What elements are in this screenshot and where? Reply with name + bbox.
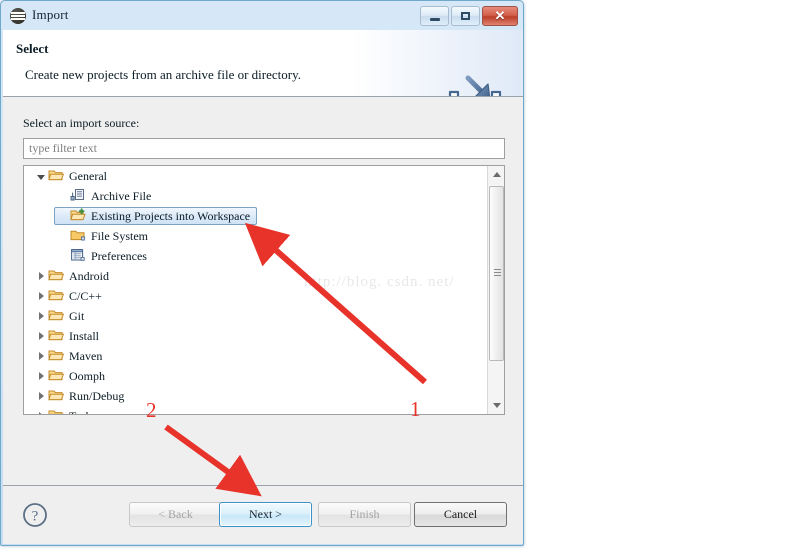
cancel-button[interactable]: Cancel — [414, 502, 507, 527]
scroll-down-arrow-icon[interactable] — [488, 397, 504, 414]
tree-row-content: Android — [32, 267, 116, 285]
tree-row-label: Maven — [69, 348, 103, 363]
scrollbar-grip-icon — [494, 268, 501, 279]
tree-row-content: Oomph — [32, 367, 112, 385]
screenshot-root: Import ✕ Select Create new projects from… — [0, 0, 786, 550]
tree-row-label: Oomph — [69, 368, 105, 383]
tree-row[interactable]: General — [24, 166, 487, 186]
help-button[interactable]: ? — [21, 501, 49, 529]
chevron-right-icon[interactable] — [34, 392, 48, 400]
page-description: Create new projects from an archive file… — [25, 67, 302, 82]
open-folder-icon — [48, 348, 66, 364]
open-folder-icon — [48, 328, 66, 344]
watermark-text: http://blog. csdn. net/ — [304, 274, 455, 290]
archive-file-icon — [70, 188, 88, 204]
tree-row-content: Git — [32, 307, 91, 325]
chevron-down-icon[interactable] — [34, 173, 48, 180]
chevron-right-icon[interactable] — [34, 352, 48, 360]
tree-row[interactable]: Archive File — [24, 186, 487, 206]
svg-text:?: ? — [32, 509, 39, 525]
chevron-right-icon[interactable] — [34, 372, 48, 380]
open-folder-icon — [48, 168, 66, 184]
existing-projects-icon — [70, 208, 88, 224]
scroll-up-arrow-icon[interactable] — [488, 166, 504, 183]
tree-row-label: General — [69, 168, 107, 183]
maximize-button[interactable] — [451, 6, 480, 26]
window-titlebar: Import ✕ — [1, 1, 523, 31]
tree-row[interactable]: Git — [24, 306, 487, 326]
tree-vertical-scrollbar[interactable] — [487, 166, 504, 414]
minimize-icon — [421, 7, 448, 25]
preferences-icon — [70, 248, 88, 264]
import-arrow-into-tray-icon — [444, 74, 506, 96]
next-button[interactable]: Next > — [219, 502, 312, 527]
tree-row[interactable]: Existing Projects into Workspace — [24, 206, 487, 226]
tree-row[interactable]: Run/Debug — [24, 386, 487, 406]
open-folder-icon — [48, 368, 66, 384]
chevron-right-icon[interactable] — [34, 272, 48, 280]
tree-row-label: Android — [69, 268, 109, 283]
page-title: Select — [16, 41, 49, 56]
tree-row-label: Run/Debug — [69, 388, 125, 403]
tree-row-label: File System — [91, 228, 149, 243]
tree-row-content: Tasks — [32, 407, 103, 414]
tree-row-content: Maven — [32, 347, 109, 365]
tree-row-content: General — [32, 167, 114, 185]
open-folder-icon — [48, 308, 66, 324]
tree-row-label: Install — [69, 328, 99, 343]
tree-row[interactable]: Preferences — [24, 246, 487, 266]
scrollbar-thumb[interactable] — [489, 186, 504, 361]
chevron-right-icon[interactable] — [34, 332, 48, 340]
import-source-label: Select an import source: — [23, 116, 140, 130]
minimize-button[interactable] — [420, 6, 449, 26]
maximize-icon — [452, 7, 479, 25]
tree-row-label: Archive File — [91, 188, 152, 203]
eclipse-logo-icon — [10, 8, 26, 24]
open-folder-icon — [48, 288, 66, 304]
close-button[interactable]: ✕ — [482, 6, 518, 26]
dialog-body: Select an import source: General Archive … — [3, 97, 523, 485]
tree-row[interactable]: Install — [24, 326, 487, 346]
open-folder-icon — [48, 408, 66, 414]
tree-row-label: Tasks — [69, 409, 98, 415]
tree-row-label: Existing Projects into Workspace — [91, 208, 251, 223]
tree-row-content: File System — [54, 227, 155, 245]
file-system-folder-icon — [70, 228, 88, 244]
close-icon: ✕ — [494, 8, 506, 23]
tree-row[interactable]: Oomph — [24, 366, 487, 386]
tree-row-content: Install — [32, 327, 106, 345]
tree-row[interactable]: File System — [24, 226, 487, 246]
tree-row-content: C/C++ — [32, 287, 109, 305]
tree-row[interactable]: Tasks — [24, 406, 487, 414]
tree-row-label: C/C++ — [69, 288, 102, 303]
tree-row-content: Preferences — [54, 247, 154, 265]
window-title: Import — [32, 7, 69, 22]
tree-row-content: Existing Projects into Workspace — [54, 207, 258, 225]
open-folder-icon — [48, 388, 66, 404]
back-button[interactable]: < Back — [129, 502, 222, 527]
open-folder-icon — [48, 268, 66, 284]
tree-row[interactable]: Maven — [24, 346, 487, 366]
import-dialog-window: Import ✕ Select Create new projects from… — [0, 0, 524, 546]
tree-row-content: Archive File — [54, 187, 158, 205]
filter-input[interactable] — [23, 138, 505, 159]
chevron-right-icon[interactable] — [34, 412, 48, 414]
dialog-header: Select Create new projects from an archi… — [3, 30, 523, 96]
chevron-right-icon[interactable] — [34, 312, 48, 320]
tree-row-label: Git — [69, 308, 85, 323]
chevron-right-icon[interactable] — [34, 292, 48, 300]
tree-row-content: Run/Debug — [32, 387, 131, 405]
tree-row-label: Preferences — [91, 248, 147, 263]
finish-button[interactable]: Finish — [318, 502, 411, 527]
